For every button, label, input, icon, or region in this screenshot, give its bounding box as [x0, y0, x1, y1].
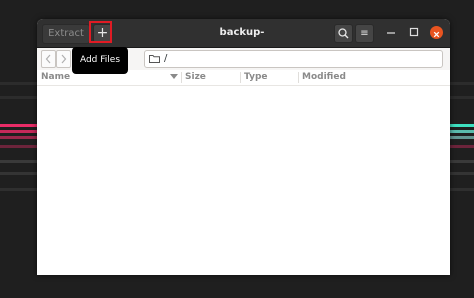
column-separator	[181, 72, 182, 83]
column-modified[interactable]: Modified	[302, 70, 346, 85]
location-path: /	[164, 53, 168, 64]
menu-button[interactable]: ≡	[355, 24, 374, 43]
extract-button[interactable]: Extract	[42, 24, 90, 44]
maximize-icon[interactable]	[407, 25, 421, 39]
back-icon	[45, 54, 51, 64]
highlight-box	[89, 21, 112, 43]
close-icon	[433, 31, 440, 38]
column-separator	[298, 72, 299, 83]
column-size[interactable]: Size	[185, 70, 206, 85]
forward-icon	[61, 54, 67, 64]
minimize-icon[interactable]	[384, 25, 398, 39]
column-separator	[240, 72, 241, 83]
window-title: backup-pictures.rar	[209, 27, 276, 66]
background-stripe	[450, 124, 474, 127]
column-name[interactable]: Name	[41, 70, 70, 85]
search-button[interactable]	[334, 24, 353, 43]
column-type[interactable]: Type	[244, 70, 267, 85]
folder-icon	[149, 55, 160, 63]
back-button[interactable]	[41, 50, 56, 68]
location-field[interactable]: /	[144, 50, 443, 68]
file-list[interactable]	[37, 86, 450, 275]
forward-button[interactable]	[56, 50, 71, 68]
background-stripe	[450, 130, 474, 133]
add-files-tooltip: Add Files	[72, 47, 128, 74]
background-stripe	[450, 136, 474, 139]
header-bar: Extract + backup-pictures.rar ≡	[37, 19, 450, 66]
sort-descending-icon	[170, 74, 178, 79]
search-icon	[338, 28, 349, 39]
close-button[interactable]	[430, 26, 443, 39]
